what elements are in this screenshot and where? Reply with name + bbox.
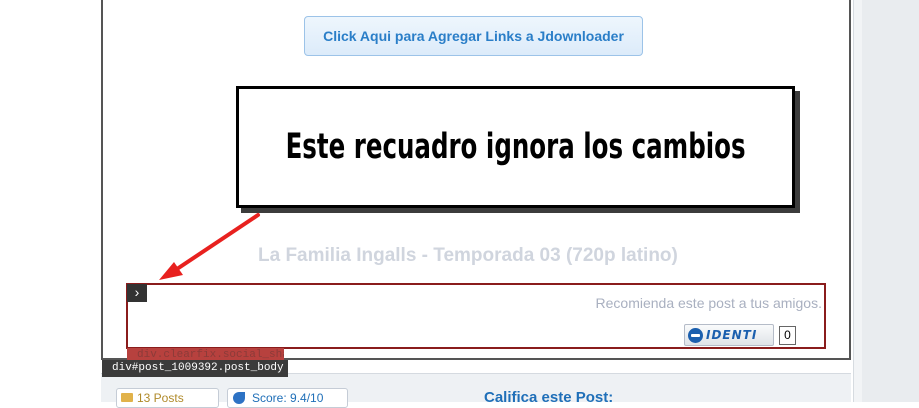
left-gutter (0, 0, 101, 402)
callout-text: Este recuadro ignora los cambios (285, 127, 746, 167)
score-label: Score: 9.4/10 (252, 391, 324, 405)
inspector-tooltip-post: div#post_1009392.post_body (102, 360, 288, 377)
score-icon (233, 392, 245, 404)
post-title: La Familia Ingalls - Temporada 03 (720p … (258, 245, 678, 266)
recommend-text: Recomienda este post a tus amigos. (595, 295, 822, 311)
posts-count-pill[interactable]: 13 Posts (116, 388, 219, 408)
score-pill[interactable]: Score: 9.4/10 (227, 388, 348, 408)
social-share-box: Recomienda este post a tus amigos. IDENT… (126, 283, 826, 349)
identi-share-button[interactable]: IDENTI (684, 324, 774, 346)
right-divider (853, 0, 862, 402)
chevron-right-icon[interactable]: › (127, 284, 147, 302)
right-sidebar (862, 0, 919, 402)
annotation-callout: Este recuadro ignora los cambios (236, 86, 795, 208)
folder-icon (121, 393, 133, 402)
rate-post-title: Califica este Post: (484, 389, 614, 406)
identi-logo-icon (688, 327, 703, 343)
identi-label: IDENTI (706, 328, 758, 342)
share-count: 0 (779, 326, 796, 345)
jdownloader-links-button[interactable]: Click Aqui para Agregar Links a Jdownloa… (304, 16, 643, 56)
posts-count-label: 13 Posts (137, 391, 184, 405)
